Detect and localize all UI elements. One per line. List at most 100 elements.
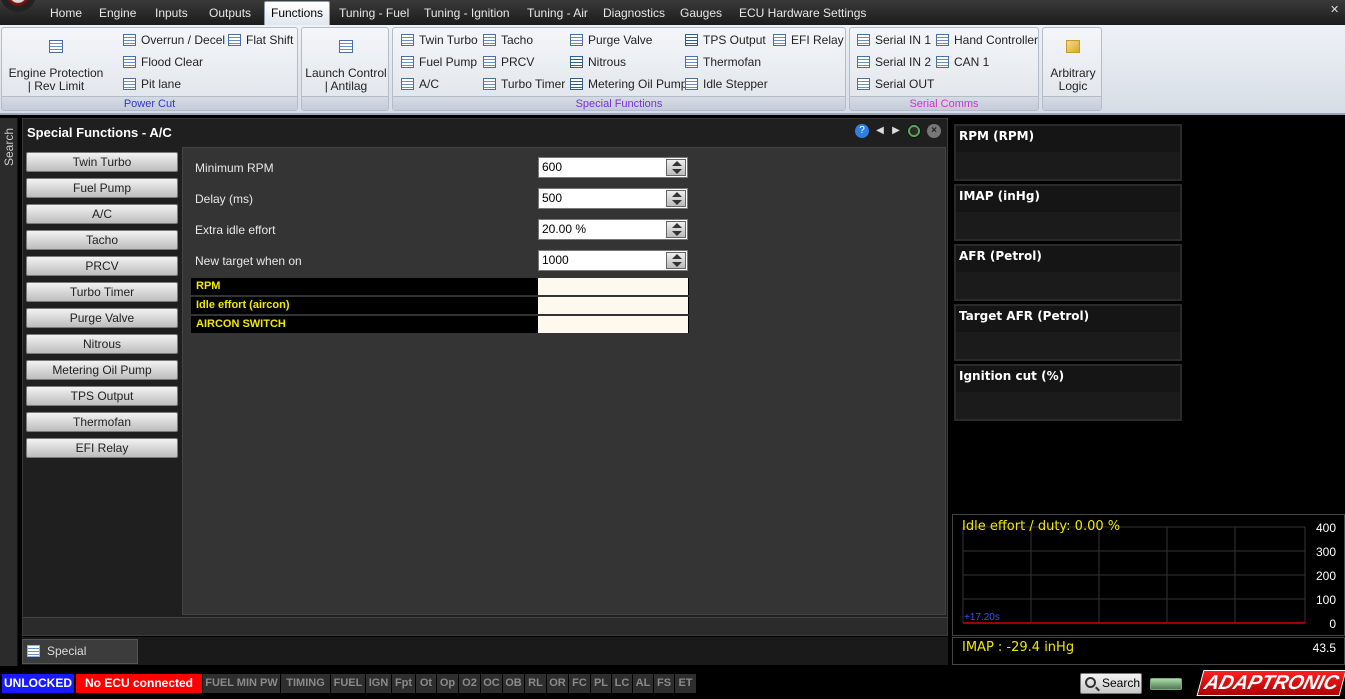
live-label: RPM [196,280,221,292]
can-1-button[interactable]: CAN 1 [934,52,989,72]
close-icon[interactable]: × [927,124,941,138]
hand-controller-button[interactable]: Hand Controller [934,30,1038,50]
table-icon [483,56,496,68]
table-icon [123,34,136,46]
sidebar-item-ac[interactable]: A/C [26,204,178,224]
sidebar-item-metering-oil-pump[interactable]: Metering Oil Pump [26,360,178,380]
sidebar-item-efi-relay[interactable]: EFI Relay [26,438,178,458]
table-icon [685,78,698,90]
sidebar-item-purge-valve[interactable]: Purge Valve [26,308,178,328]
app-logo-icon[interactable] [0,0,36,12]
idle-effort-graph[interactable]: Idle effort / duty: 0.00 % 400 300 200 1… [952,514,1345,636]
menu-inputs[interactable]: Inputs [155,0,188,25]
ribbon-group-power-cut: Engine Protection | Rev Limit Overrun / … [1,27,298,111]
menu-tuning-ignition[interactable]: Tuning - Ignition [424,0,510,25]
ac-button[interactable]: A/C [399,74,439,94]
unlocked-status-badge[interactable]: UNLOCKED [2,674,74,693]
usb-connection-icon[interactable] [1150,678,1182,690]
help-icon[interactable]: ? [855,124,869,138]
serial-in-1-button[interactable]: Serial IN 1 [855,30,931,50]
metering-oil-pump-button[interactable]: Metering Oil Pump [568,74,687,94]
fuel-pump-button[interactable]: Fuel Pump [399,52,477,72]
spin-button[interactable] [666,159,686,176]
menu-tuning-fuel[interactable]: Tuning - Fuel [339,0,409,25]
search-button[interactable]: Search [1080,673,1142,694]
thermofan-button[interactable]: Thermofan [683,52,761,72]
extra-idle-effort-input[interactable]: 20.00 % [538,219,688,240]
new-target-input[interactable]: 1000 [538,250,688,271]
live-label: AIRCON SWITCH [196,318,286,330]
gauge-afr[interactable]: AFR (Petrol) [954,244,1182,301]
menu-home[interactable]: Home [50,0,82,25]
spin-button[interactable] [666,252,686,269]
prcv-button[interactable]: PRCV [481,52,534,72]
launch-control-button[interactable]: Launch Control | Antilag [304,40,388,93]
menu-diagnostics[interactable]: Diagnostics [603,0,665,25]
tacho-button[interactable]: Tacho [481,30,533,50]
gauge-target-afr[interactable]: Target AFR (Petrol) [954,304,1182,361]
spin-button[interactable] [666,221,686,238]
forward-arrow-icon[interactable]: ▶ [889,124,903,138]
function-icon [570,56,583,68]
tab-special-functions[interactable]: Special Functions [22,639,138,681]
gauge-rpm[interactable]: RPM (RPM) [954,124,1182,181]
nitrous-button[interactable]: Nitrous [568,52,626,72]
group-label-special-functions: Special Functions [393,96,845,110]
sidebar-item-thermofan[interactable]: Thermofan [26,412,178,432]
sidebar-item-prcv[interactable]: PRCV [26,256,178,276]
menu-tuning-air[interactable]: Tuning - Air [527,0,588,25]
menu-ecu-hardware-settings[interactable]: ECU Hardware Settings [739,0,866,25]
y-axis-label: 0 [1329,617,1336,631]
imap-graph[interactable]: IMAP : -29.4 inHg 43.5 [952,637,1345,665]
idle-stepper-button[interactable]: Idle Stepper [683,74,768,94]
flood-clear-button[interactable]: Flood Clear [121,52,203,72]
arbitrary-logic-button[interactable]: Arbitrary Logic [1045,40,1101,93]
sidebar-item-twin-turbo[interactable]: Twin Turbo [26,152,178,172]
live-row-idle-effort: Idle effort (aircon) [191,297,689,315]
turbo-timer-button[interactable]: Turbo Timer [481,74,565,94]
spin-button[interactable] [666,190,686,207]
graph-title: Idle effort / duty: 0.00 % [962,519,1121,534]
ribbon-group-special-functions: Twin Turbo Tacho Purge Valve TPS Output … [392,27,846,111]
overrun-decel-button[interactable]: Overrun / Decel [121,30,225,50]
sidebar-item-fuel-pump[interactable]: Fuel Pump [26,178,178,198]
sidebar-item-tacho[interactable]: Tacho [26,230,178,250]
back-arrow-icon[interactable]: ◀ [873,124,887,138]
serial-out-button[interactable]: Serial OUT [855,74,934,94]
close-icon[interactable]: ✕ [1330,5,1341,16]
flat-shift-button[interactable]: Flat Shift [226,30,293,50]
sidebar-item-nitrous[interactable]: Nitrous [26,334,178,354]
delay-input[interactable]: 500 [538,188,688,209]
efi-relay-button[interactable]: EFI Relay [771,30,844,50]
gauge-imap[interactable]: IMAP (inHg) [954,184,1182,241]
menu-functions[interactable]: Functions [264,1,331,26]
sidebar-item-tps-output[interactable]: TPS Output [26,386,178,406]
document-tab-strip: Special Functions [22,637,948,681]
special-functions-panel: Special Functions - A/C ? ◀ ▶ × Twin Tur… [22,118,948,636]
group-label-serial-comms: Serial Comms [850,96,1038,110]
panel-title-icons: ? ◀ ▶ × [853,124,943,139]
panel-bottom-bar [23,617,947,635]
status-flag: O2 [459,674,481,693]
twin-turbo-button[interactable]: Twin Turbo [399,30,478,50]
ecu-connection-status[interactable]: No ECU connected [76,674,202,693]
search-sidebar-tab[interactable]: Search [0,118,18,666]
purge-valve-button[interactable]: Purge Valve [568,30,652,50]
tps-output-button[interactable]: TPS Output [683,30,766,50]
serial-in-2-button[interactable]: Serial IN 2 [855,52,931,72]
status-flag: RL [525,674,547,693]
gauge-ignition-cut[interactable]: Ignition cut (%) [954,364,1182,421]
status-flag: OB [503,674,525,693]
table-icon [857,34,870,46]
menu-gauges[interactable]: Gauges [680,0,722,25]
delay-label: Delay (ms) [195,192,254,206]
engine-protection-button[interactable]: Engine Protection | Rev Limit [6,40,106,93]
minimum-rpm-input[interactable]: 600 [538,157,688,178]
gauge-icon[interactable] [907,124,921,138]
menu-engine[interactable]: Engine [99,0,136,25]
table-icon [401,56,414,68]
status-bar: UNLOCKED No ECU connected FUEL MIN PW TIM… [0,668,1345,699]
pit-lane-button[interactable]: Pit lane [121,74,181,94]
sidebar-item-turbo-timer[interactable]: Turbo Timer [26,282,178,302]
menu-outputs[interactable]: Outputs [209,0,251,25]
